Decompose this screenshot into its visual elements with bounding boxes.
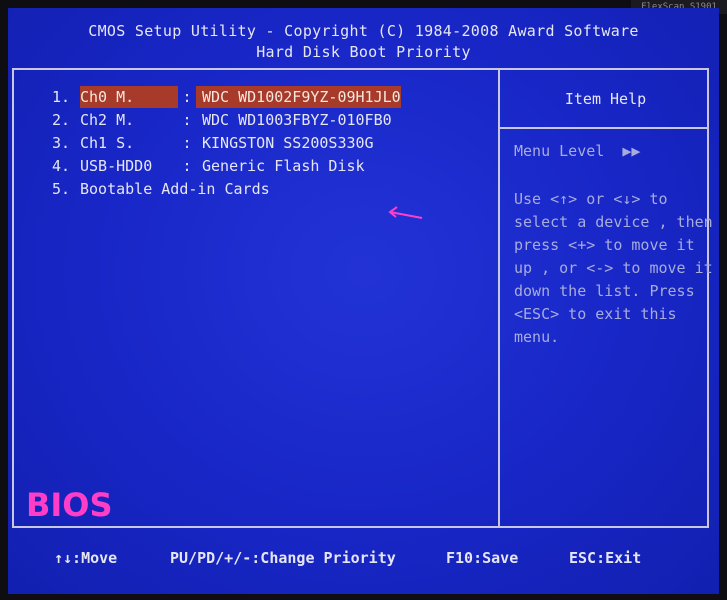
- boot-item-number: 3.: [52, 134, 71, 152]
- help-line: down the list. Press: [514, 282, 695, 300]
- boot-item-device: KINGSTON SS200S330G: [202, 134, 374, 152]
- help-line: up , or <-> to move it: [514, 259, 713, 277]
- boot-item-separator: :: [182, 134, 192, 152]
- help-line: <ESC> to exit this: [514, 305, 677, 323]
- help-text: Use <↑> or <↓> to select a device , then…: [514, 188, 713, 349]
- boot-item-number: 4.: [52, 157, 71, 175]
- boot-item-separator: :: [182, 111, 192, 129]
- key-change-priority: PU/PD/+/-:Change Priority: [170, 549, 396, 567]
- bios-watermark: BIOS: [26, 486, 113, 524]
- bios-screen: CMOS Setup Utility - Copyright (C) 1984-…: [8, 8, 719, 594]
- boot-item-device: WDC WD1003FBYZ-010FB0: [202, 111, 392, 129]
- key-save: F10:Save: [446, 549, 519, 567]
- page-title: Hard Disk Boot Priority: [256, 43, 471, 61]
- panel-divider: [498, 70, 500, 526]
- help-line: press <+> to move it: [514, 236, 695, 254]
- boot-item-number: 2.: [52, 111, 71, 129]
- menu-level: Menu Level ▶▶: [514, 142, 640, 160]
- boot-item-1[interactable]: 1. Ch0 M.: WDC WD1002F9YZ-09H1JL0: [52, 86, 401, 109]
- boot-priority-list: 1. Ch0 M.: WDC WD1002F9YZ-09H1JL0 2. Ch2 M.…: [52, 86, 401, 201]
- main-frame: 1. Ch0 M.: WDC WD1002F9YZ-09H1JL0 2. Ch2 M.…: [12, 68, 713, 528]
- boot-item-4[interactable]: 4. USB-HDD0: Generic Flash Disk: [52, 155, 401, 178]
- boot-item-separator: :: [182, 157, 192, 175]
- double-right-arrow-icon: ▶▶: [622, 142, 641, 160]
- key-legend-bar: ↑↓:Move PU/PD/+/-:Change Priority F10:Sa…: [8, 543, 719, 573]
- key-move: ↑↓:Move: [54, 549, 118, 567]
- annotation-arrow-icon: [388, 206, 423, 219]
- boot-item-channel: Ch1 S.: [80, 134, 135, 152]
- boot-item-3[interactable]: 3. Ch1 S.: KINGSTON SS200S330G: [52, 132, 401, 155]
- help-line: menu.: [514, 328, 560, 346]
- help-title-divider: [500, 127, 707, 129]
- item-help-title: Item Help: [564, 90, 647, 108]
- boot-item-device: WDC WD1002F9YZ-09H1JL0: [196, 86, 401, 108]
- boot-item-number: 1.: [52, 88, 71, 106]
- boot-item-2[interactable]: 2. Ch2 M.: WDC WD1003FBYZ-010FB0: [52, 109, 401, 132]
- key-exit: ESC:Exit: [569, 549, 642, 567]
- boot-item-channel: Ch2 M.: [80, 111, 135, 129]
- boot-item-separator: :: [182, 88, 192, 106]
- help-line: Use <↑> or <↓> to: [514, 190, 668, 208]
- boot-item-channel: Bootable Add-in Cards: [80, 180, 270, 198]
- boot-item-5[interactable]: 5. Bootable Add-in Cards: [52, 178, 401, 201]
- help-line: select a device , then: [514, 213, 713, 231]
- boot-item-channel: USB-HDD0: [80, 157, 153, 175]
- boot-item-number: 5.: [52, 180, 71, 198]
- menu-level-label: Menu Level: [514, 142, 605, 160]
- boot-item-channel: Ch0 M.: [80, 86, 178, 108]
- boot-item-device: Generic Flash Disk: [202, 157, 365, 175]
- utility-title: CMOS Setup Utility - Copyright (C) 1984-…: [88, 22, 639, 40]
